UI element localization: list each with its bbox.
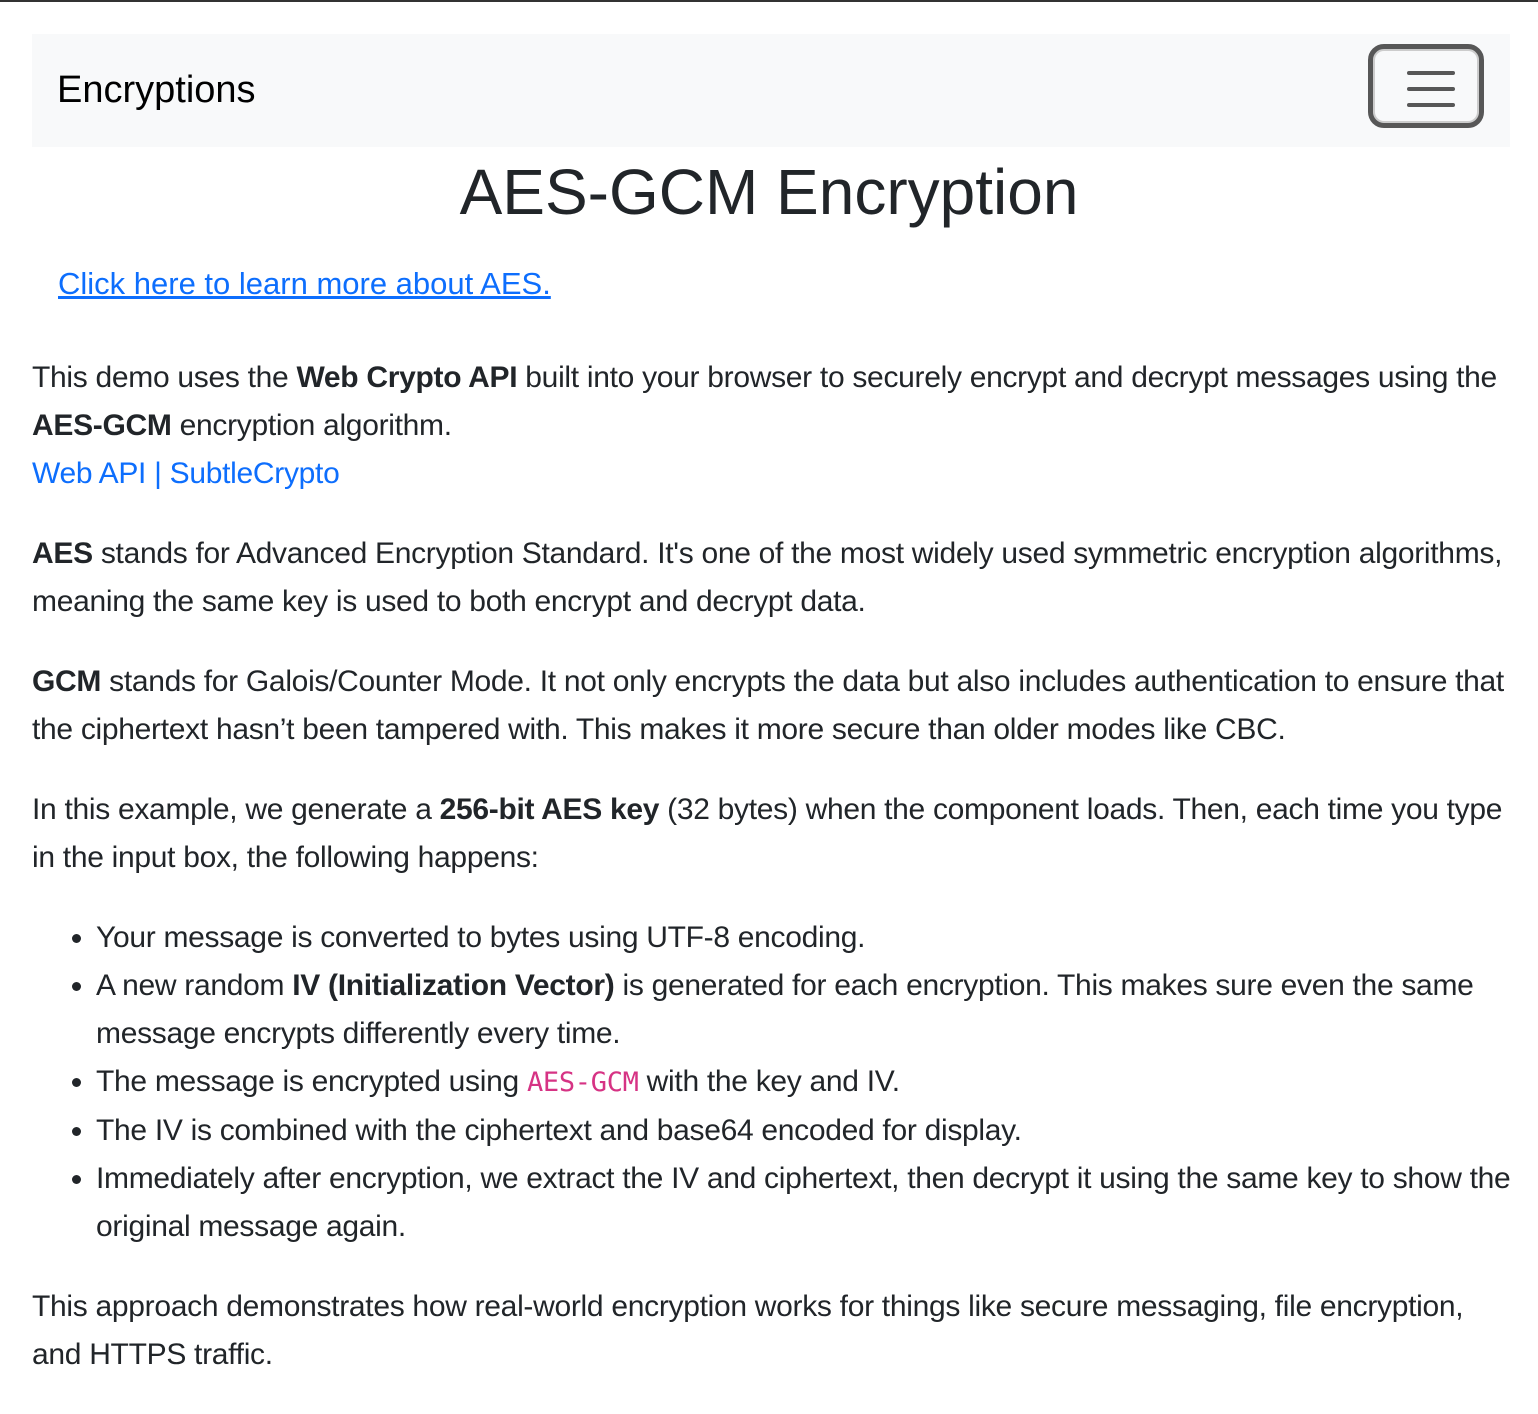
list-item: A new random IV (Initialization Vector) …: [96, 962, 1512, 1058]
main-content: This demo uses the Web Crypto API built …: [32, 354, 1512, 1411]
list-item: Your message is converted to bytes using…: [96, 914, 1512, 962]
steps-list: Your message is converted to bytes using…: [32, 914, 1512, 1251]
navbar-toggler-button[interactable]: [1368, 44, 1484, 128]
list-item: Immediately after encryption, we extract…: [96, 1155, 1512, 1251]
list-item: The message is encrypted using AES-GCM w…: [96, 1058, 1512, 1107]
conclusion-paragraph: This approach demonstrates how real-worl…: [32, 1290, 1464, 1371]
subtlecrypto-link[interactable]: Web API | SubtleCrypto: [32, 457, 340, 490]
navbar-brand[interactable]: Encryptions: [57, 68, 256, 112]
aes-paragraph: AES stands for Advanced Encryption Stand…: [32, 537, 1503, 618]
example-paragraph: In this example, we generate a 256-bit A…: [32, 793, 1503, 874]
page-title: AES-GCM Encryption: [459, 156, 1079, 228]
navbar: Encryptions: [32, 34, 1510, 147]
list-item: The IV is combined with the ciphertext a…: [96, 1107, 1512, 1155]
gcm-paragraph: GCM stands for Galois/Counter Mode. It n…: [32, 665, 1504, 746]
intro-paragraph: This demo uses the Web Crypto API built …: [32, 361, 1497, 490]
learn-more-aes-link[interactable]: Click here to learn more about AES.: [58, 264, 551, 304]
